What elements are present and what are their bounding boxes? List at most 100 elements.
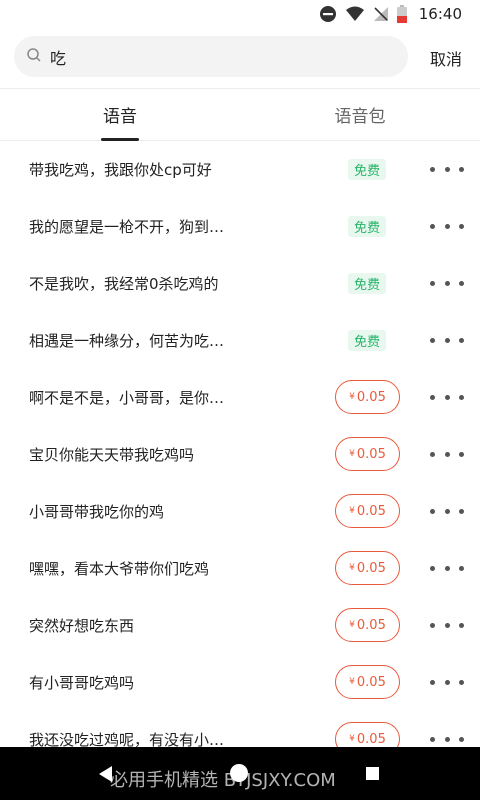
currency-symbol: ¥ bbox=[349, 677, 355, 687]
dot bbox=[459, 679, 464, 685]
search-icon bbox=[26, 47, 42, 67]
currency-symbol: ¥ bbox=[349, 449, 355, 459]
dot bbox=[430, 223, 435, 229]
list-item[interactable]: 相遇是一种缘分，何苦为吃… 免费 bbox=[0, 312, 480, 369]
voice-title: 宝贝你能天天带我吃鸡吗 bbox=[29, 446, 195, 464]
currency-symbol: ¥ bbox=[349, 392, 355, 402]
dot bbox=[430, 679, 435, 685]
dot bbox=[430, 337, 435, 343]
price-button[interactable]: ¥0.05 bbox=[335, 437, 400, 471]
voice-list: 带我吃鸡，我跟你处cp可好 免费 我的愿望是一枪不开，狗到… 免费 不是我吹，我经常0杀… bbox=[0, 141, 480, 768]
voice-title: 不是我吹，我经常0杀吃鸡的 bbox=[29, 275, 219, 293]
price-value: 0.05 bbox=[356, 389, 386, 405]
free-badge: 免费 bbox=[348, 216, 387, 237]
list-item[interactable]: 啊不是不是，小哥哥，是你… ¥0.05 bbox=[0, 369, 480, 426]
search-input[interactable] bbox=[50, 47, 370, 66]
tab-voice-pack[interactable]: 语音包 bbox=[240, 89, 480, 140]
list-item[interactable]: 不是我吹，我经常0杀吃鸡的 免费 bbox=[0, 255, 480, 312]
list-item[interactable]: 小哥哥带我吃你的鸡 ¥0.05 bbox=[0, 483, 480, 540]
dot bbox=[430, 451, 435, 457]
cancel-button[interactable]: 取消 bbox=[430, 46, 462, 70]
price-value: 0.05 bbox=[356, 560, 386, 576]
voice-title: 相遇是一种缘分，何苦为吃… bbox=[29, 332, 225, 350]
list-item[interactable]: 突然好想吃东西 ¥0.05 bbox=[0, 597, 480, 654]
currency-symbol: ¥ bbox=[349, 734, 355, 744]
dot bbox=[430, 166, 435, 172]
more-options-icon[interactable] bbox=[430, 275, 464, 291]
dot bbox=[430, 622, 435, 628]
recent-apps-icon[interactable] bbox=[366, 767, 379, 780]
voice-title: 我的愿望是一枪不开，狗到… bbox=[29, 218, 225, 236]
currency-symbol: ¥ bbox=[349, 506, 355, 516]
free-badge: 免费 bbox=[348, 273, 387, 294]
dot bbox=[459, 280, 464, 286]
price-value: 0.05 bbox=[356, 503, 386, 519]
more-options-icon[interactable] bbox=[430, 161, 464, 177]
dot bbox=[459, 166, 464, 172]
dot bbox=[459, 565, 464, 571]
dot bbox=[430, 736, 435, 742]
watermark: 必用手机精选 BYJSJXY.COM bbox=[110, 770, 336, 791]
wifi-icon bbox=[345, 6, 365, 22]
price-button[interactable]: ¥0.05 bbox=[335, 665, 400, 699]
do-not-disturb-icon bbox=[319, 5, 337, 23]
list-item[interactable]: 宝贝你能天天带我吃鸡吗 ¥0.05 bbox=[0, 426, 480, 483]
dot bbox=[444, 622, 450, 628]
more-options-icon[interactable] bbox=[430, 332, 464, 348]
dot bbox=[444, 223, 450, 229]
tab-bar: 语音 语音包 bbox=[0, 88, 480, 141]
price-button[interactable]: ¥0.05 bbox=[335, 380, 400, 414]
dot bbox=[444, 280, 450, 286]
more-options-icon[interactable] bbox=[430, 446, 464, 462]
voice-title: 带我吃鸡，我跟你处cp可好 bbox=[29, 161, 212, 179]
more-options-icon[interactable] bbox=[430, 503, 464, 519]
battery-low-icon bbox=[396, 5, 407, 23]
dot bbox=[459, 508, 464, 514]
price-value: 0.05 bbox=[356, 731, 386, 747]
more-options-icon[interactable] bbox=[430, 731, 464, 747]
dot bbox=[444, 166, 450, 172]
list-item[interactable]: 带我吃鸡，我跟你处cp可好 免费 bbox=[0, 141, 480, 198]
dot bbox=[459, 736, 464, 742]
dot bbox=[459, 394, 464, 400]
voice-title: 啊不是不是，小哥哥，是你… bbox=[29, 389, 225, 407]
voice-title: 突然好想吃东西 bbox=[29, 617, 135, 635]
list-item[interactable]: 有小哥哥吃鸡吗 ¥0.05 bbox=[0, 654, 480, 711]
more-options-icon[interactable] bbox=[430, 674, 464, 690]
price-value: 0.05 bbox=[356, 617, 386, 633]
more-options-icon[interactable] bbox=[430, 560, 464, 576]
dot bbox=[459, 622, 464, 628]
free-badge: 免费 bbox=[348, 330, 387, 351]
voice-title: 小哥哥带我吃你的鸡 bbox=[29, 503, 165, 521]
no-signal-icon bbox=[373, 6, 389, 22]
clock: 16:40 bbox=[418, 5, 462, 23]
price-value: 0.05 bbox=[356, 674, 386, 690]
dot bbox=[430, 394, 435, 400]
list-item[interactable]: 嘿嘿，看本大爷带你们吃鸡 ¥0.05 bbox=[0, 540, 480, 597]
navigation-bar: 必用手机精选 BYJSJXY.COM bbox=[0, 747, 480, 800]
voice-title: 有小哥哥吃鸡吗 bbox=[29, 674, 135, 692]
search-header: 取消 bbox=[0, 36, 480, 80]
home-icon[interactable] bbox=[230, 764, 248, 782]
more-options-icon[interactable] bbox=[430, 218, 464, 234]
price-button[interactable]: ¥0.05 bbox=[335, 494, 400, 528]
price-value: 0.05 bbox=[356, 446, 386, 462]
more-options-icon[interactable] bbox=[430, 617, 464, 633]
list-item[interactable]: 我的愿望是一枪不开，狗到… 免费 bbox=[0, 198, 480, 255]
voice-title: 嘿嘿，看本大爷带你们吃鸡 bbox=[29, 560, 210, 578]
dot bbox=[430, 508, 435, 514]
price-button[interactable]: ¥0.05 bbox=[335, 551, 400, 585]
dot bbox=[444, 679, 450, 685]
dot bbox=[430, 280, 435, 286]
free-badge: 免费 bbox=[348, 159, 387, 180]
dot bbox=[459, 337, 464, 343]
currency-symbol: ¥ bbox=[349, 563, 355, 573]
dot bbox=[444, 451, 450, 457]
tab-voice[interactable]: 语音 bbox=[0, 89, 240, 140]
search-box[interactable] bbox=[14, 36, 408, 77]
dot bbox=[444, 736, 450, 742]
price-button[interactable]: ¥0.05 bbox=[335, 608, 400, 642]
dot bbox=[459, 223, 464, 229]
more-options-icon[interactable] bbox=[430, 389, 464, 405]
currency-symbol: ¥ bbox=[349, 620, 355, 630]
